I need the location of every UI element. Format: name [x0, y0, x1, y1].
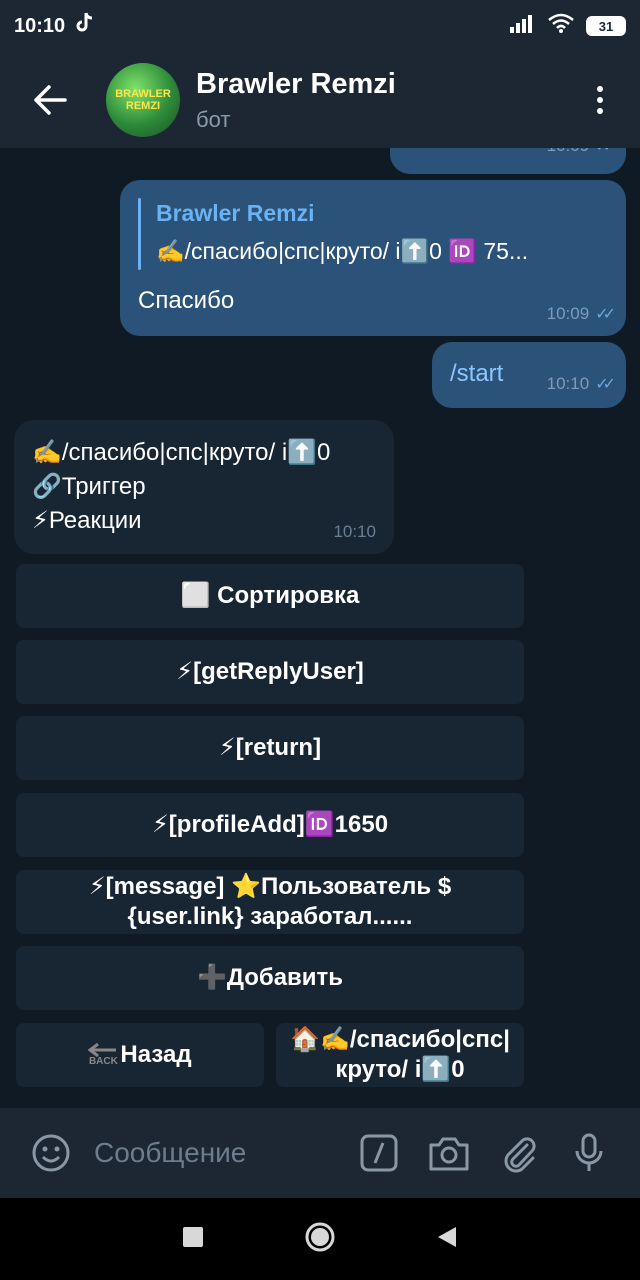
message-bubble-in[interactable]: ✍️/спасибо|спс|круто/ i⬆️0 🔗Триггер ⚡Реа…: [14, 420, 394, 554]
reply-sender: Brawler Remzi: [156, 200, 315, 226]
message-bubble-out[interactable]: /start 10:10 ✓✓: [432, 342, 626, 408]
message-bubble-out[interactable]: Brawler Remzi ✍️/спасибо|спс|круто/ i⬆️0…: [120, 180, 626, 336]
square-icon: [183, 1226, 203, 1247]
double-check-icon: ✓✓: [595, 148, 616, 156]
double-check-icon: ✓✓: [595, 376, 616, 393]
double-check-icon: ✓✓: [595, 306, 616, 323]
button-label-line: 🏠✍️/спасибо|спс|: [290, 1026, 510, 1053]
emoji-button[interactable]: [26, 1128, 76, 1178]
reply-bar: [138, 198, 141, 270]
status-time: 10:10: [14, 14, 66, 37]
dot-icon: [597, 86, 603, 92]
system-nav-bar: [0, 1198, 640, 1280]
tiktok-icon: [75, 12, 95, 40]
triangle-back-icon: [438, 1226, 456, 1247]
recents-button[interactable]: [182, 1226, 204, 1253]
camera-button[interactable]: [424, 1128, 474, 1178]
message-time: 10:10: [333, 522, 376, 541]
dot-icon: [597, 108, 603, 114]
button-label-line: круто/ i⬆️0: [335, 1056, 465, 1083]
back-button[interactable]: BACK Назад: [16, 1023, 264, 1087]
message-time: 10:10: [546, 374, 590, 393]
button-label-line: ⚡[message] ⭐Пользователь $: [88, 873, 452, 900]
battery-indicator: 31: [586, 16, 626, 36]
message-time: 10:09: [546, 304, 590, 323]
slash-command-icon: [360, 1134, 398, 1172]
reply-preview: ✍️/спасибо|спс|круто/ i⬆️0 🆔 75...: [156, 238, 529, 264]
camera-icon: [429, 1137, 469, 1171]
status-bar: 10:10 31: [0, 0, 640, 52]
voice-button[interactable]: [564, 1128, 614, 1178]
avatar[interactable]: BRAWLER REMZI: [106, 63, 180, 137]
back-button-label: Назад: [120, 1041, 192, 1068]
arrow-left-icon: [34, 85, 67, 115]
return-button[interactable]: ⚡[return]: [16, 716, 524, 780]
sort-button[interactable]: ⬜ Сортировка: [16, 564, 524, 628]
more-menu-button[interactable]: [580, 70, 620, 130]
message-input-bar: Сообщение: [0, 1108, 640, 1198]
commands-button[interactable]: [354, 1128, 404, 1178]
wifi-icon: [548, 13, 574, 39]
message-text-line: ⚡Реакции: [32, 507, 142, 534]
attach-button[interactable]: [494, 1128, 544, 1178]
profile-add-button[interactable]: ⚡[profileAdd]🆔1650: [16, 793, 524, 857]
button-label-line: {user.link} заработал......: [127, 903, 413, 930]
message-meta: 10:09 ✓✓: [546, 304, 616, 324]
add-button[interactable]: ➕Добавить: [16, 946, 524, 1010]
message-action-button[interactable]: ⚡[message] ⭐Пользователь $ {user.link} з…: [16, 870, 524, 934]
message-text: Спасибо: [138, 287, 235, 314]
chat-title: Brawler Remzi: [196, 67, 396, 100]
message-bubble-out[interactable]: Спасибо 10:09 ✓✓: [390, 148, 626, 174]
status-icons: 31: [510, 13, 626, 39]
paperclip-icon: [504, 1137, 536, 1173]
chat-header: BRAWLER REMZI Brawler Remzi бот: [0, 52, 640, 148]
message-time: 10:09: [547, 148, 590, 156]
message-text: /start: [450, 360, 504, 387]
chat-area[interactable]: Спасибо 10:09 ✓✓ Brawler Remzi ✍️/спасиб…: [0, 148, 640, 1108]
message-meta: 10:10 ✓✓: [546, 374, 616, 394]
dot-icon: [597, 97, 603, 103]
nav-back-button[interactable]: [436, 1225, 458, 1254]
message-text: Спасибо: [420, 148, 516, 158]
back-arrow-button[interactable]: [20, 70, 80, 130]
message-input[interactable]: Сообщение: [94, 1137, 344, 1169]
message-text-line: 🔗Триггер: [32, 473, 146, 500]
back-icon-label: BACK: [88, 1056, 118, 1067]
message-meta: 10:09 ✓✓: [547, 148, 616, 156]
home-button[interactable]: [304, 1221, 336, 1258]
trigger-button[interactable]: 🏠✍️/спасибо|спс| круто/ i⬆️0: [276, 1023, 524, 1087]
smile-icon: [32, 1134, 70, 1172]
chat-subtitle: бот: [196, 106, 231, 132]
message-meta: 10:10: [333, 522, 376, 542]
chat-title-block[interactable]: Brawler Remzi бот: [196, 68, 396, 133]
message-text-line: ✍️/спасибо|спс|круто/ i⬆️0: [32, 439, 331, 466]
back-icon: BACK: [88, 1043, 118, 1067]
microphone-icon: [575, 1133, 603, 1171]
signal-icon: [510, 13, 536, 39]
circle-icon: [305, 1222, 335, 1251]
get-reply-user-button[interactable]: ⚡[getReplyUser]: [16, 640, 524, 704]
